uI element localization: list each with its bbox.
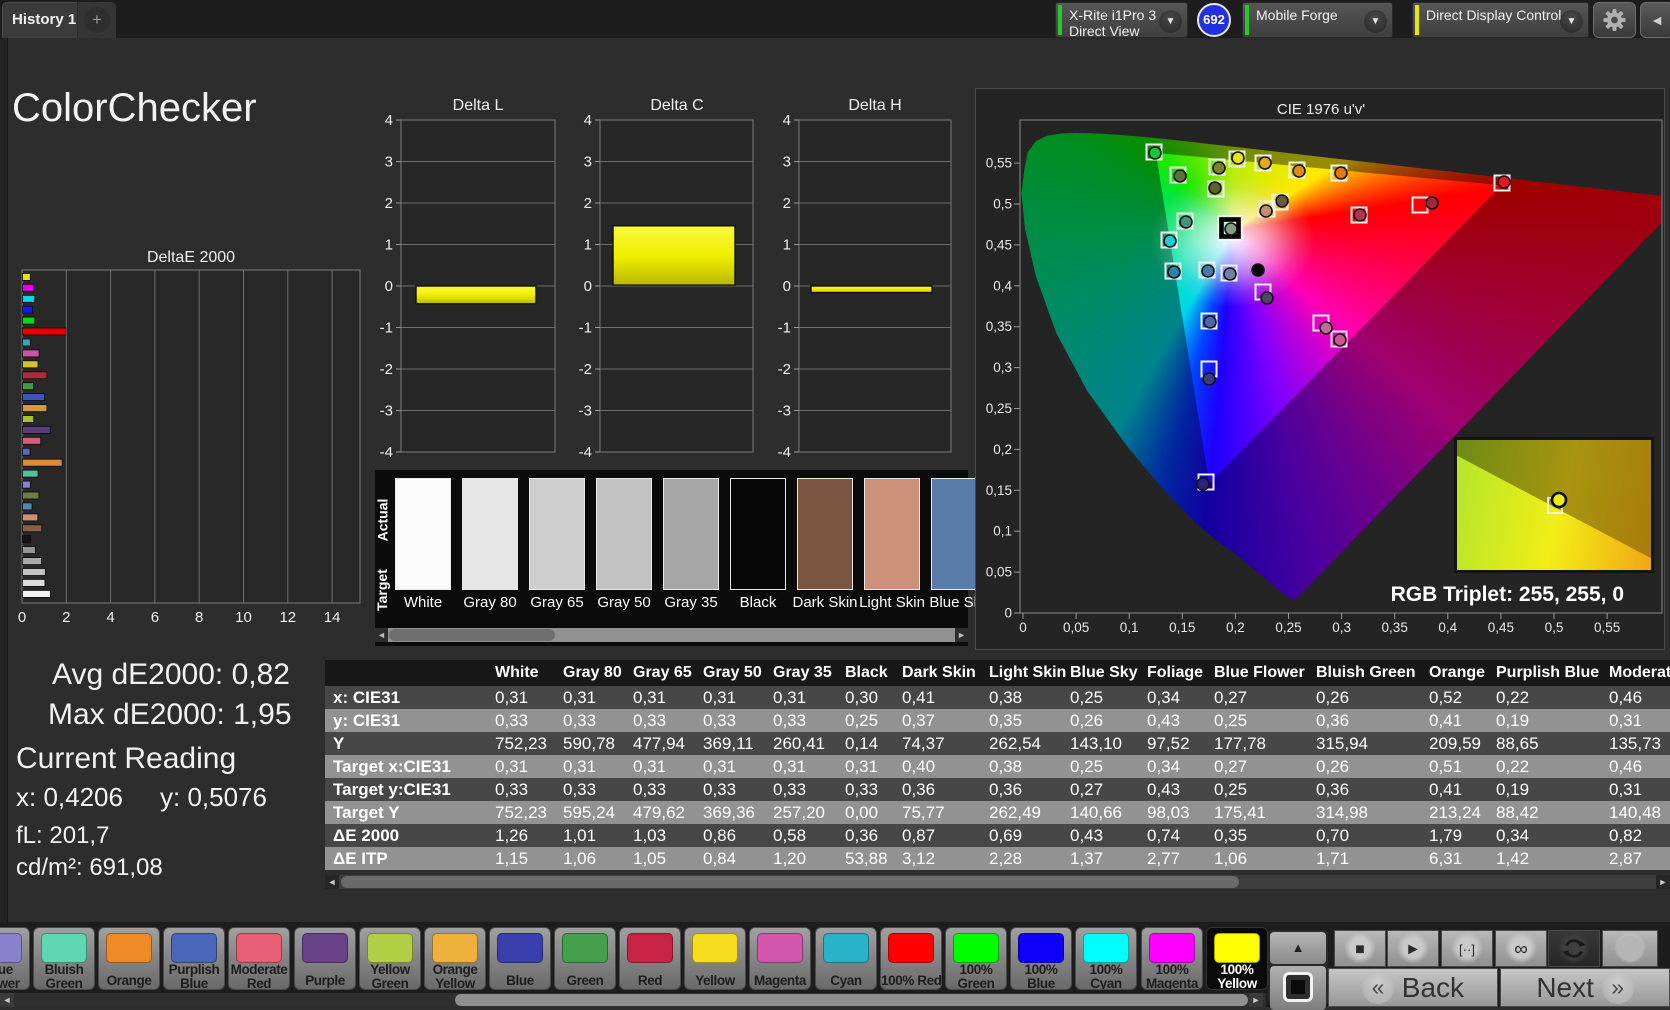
svg-text:1: 1 xyxy=(783,237,791,254)
svg-text:0,5: 0,5 xyxy=(993,197,1012,212)
svg-text:12: 12 xyxy=(279,609,296,626)
svg-text:4: 4 xyxy=(385,112,393,129)
svg-text:0: 0 xyxy=(1019,620,1027,635)
svg-text:0,25: 0,25 xyxy=(986,401,1012,416)
svg-text:0,35: 0,35 xyxy=(1382,620,1408,635)
svg-text:Delta L: Delta L xyxy=(453,97,504,114)
svg-text:10: 10 xyxy=(235,609,252,626)
svg-text:2: 2 xyxy=(385,195,393,212)
svg-text:3: 3 xyxy=(584,154,592,171)
svg-text:4: 4 xyxy=(106,609,114,626)
svg-text:0,05: 0,05 xyxy=(986,565,1012,580)
svg-text:-3: -3 xyxy=(380,403,393,420)
svg-text:0,1: 0,1 xyxy=(993,524,1012,539)
svg-text:8: 8 xyxy=(195,609,203,626)
svg-text:-2: -2 xyxy=(778,361,791,378)
svg-text:0,2: 0,2 xyxy=(993,442,1012,457)
svg-text:0,3: 0,3 xyxy=(993,360,1012,375)
svg-text:14: 14 xyxy=(324,609,341,626)
svg-text:-3: -3 xyxy=(579,403,592,420)
svg-text:0,1: 0,1 xyxy=(1120,620,1139,635)
svg-text:0,45: 0,45 xyxy=(986,237,1012,252)
svg-text:6: 6 xyxy=(151,609,159,626)
svg-text:-4: -4 xyxy=(579,444,592,461)
svg-text:-2: -2 xyxy=(380,361,393,378)
svg-text:0,4: 0,4 xyxy=(993,278,1012,293)
svg-text:1: 1 xyxy=(584,237,592,254)
svg-text:0: 0 xyxy=(1004,606,1012,621)
svg-text:-3: -3 xyxy=(778,403,791,420)
svg-text:0,4: 0,4 xyxy=(1438,620,1457,635)
svg-text:4: 4 xyxy=(584,112,592,129)
svg-text:-1: -1 xyxy=(778,320,791,337)
svg-text:0: 0 xyxy=(18,609,26,626)
svg-text:0: 0 xyxy=(584,278,592,295)
svg-text:2: 2 xyxy=(783,195,791,212)
svg-text:0,55: 0,55 xyxy=(986,156,1012,171)
svg-text:Delta H: Delta H xyxy=(848,97,901,114)
svg-text:0,15: 0,15 xyxy=(1169,620,1195,635)
svg-text:0: 0 xyxy=(385,278,393,295)
svg-text:0,35: 0,35 xyxy=(986,319,1012,334)
svg-text:-4: -4 xyxy=(778,444,791,461)
svg-text:1: 1 xyxy=(385,237,393,254)
svg-text:3: 3 xyxy=(385,154,393,171)
svg-text:-1: -1 xyxy=(579,320,592,337)
svg-text:0,45: 0,45 xyxy=(1488,620,1514,635)
svg-text:4: 4 xyxy=(783,112,791,129)
svg-text:0,3: 0,3 xyxy=(1332,620,1351,635)
svg-text:-4: -4 xyxy=(380,444,393,461)
svg-text:0,05: 0,05 xyxy=(1063,620,1089,635)
svg-text:2: 2 xyxy=(62,609,70,626)
svg-text:Delta C: Delta C xyxy=(650,97,703,114)
svg-text:0,15: 0,15 xyxy=(986,483,1012,498)
svg-text:2: 2 xyxy=(584,195,592,212)
svg-text:-2: -2 xyxy=(579,361,592,378)
svg-text:3: 3 xyxy=(783,154,791,171)
svg-text:0,5: 0,5 xyxy=(1545,620,1564,635)
svg-text:0,2: 0,2 xyxy=(1226,620,1245,635)
svg-text:DeltaE 2000: DeltaE 2000 xyxy=(147,249,235,266)
svg-text:-1: -1 xyxy=(380,320,393,337)
svg-text:0,55: 0,55 xyxy=(1594,620,1620,635)
svg-text:0,25: 0,25 xyxy=(1275,620,1301,635)
svg-text:0: 0 xyxy=(783,278,791,295)
